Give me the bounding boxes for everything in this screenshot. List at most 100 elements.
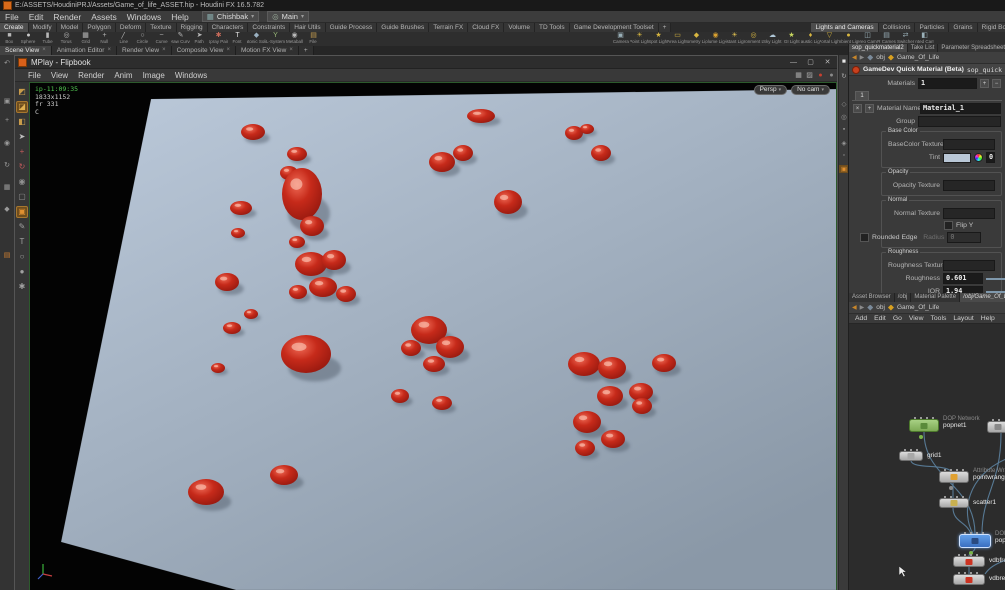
tint-value-field[interactable]: 0.2775 <box>986 152 995 163</box>
shelf-tab-td-tools[interactable]: TD Tools <box>535 23 570 32</box>
pane-tab-composite-view[interactable]: Composite View× <box>172 46 236 55</box>
param-tab-take-list[interactable]: Take List <box>908 44 939 52</box>
shelf-tool-path[interactable]: ➤Path <box>190 32 209 46</box>
record-icon[interactable]: ● <box>815 72 826 79</box>
mplay-tool-icon[interactable]: ➤ <box>16 131 28 143</box>
shelf-tool-sky-light[interactable]: ☁Sky Light <box>763 32 782 46</box>
network-menu-add[interactable]: Add <box>852 315 870 322</box>
left-toolbar-icon[interactable]: ◆ <box>2 205 12 213</box>
menu-render[interactable]: Render <box>48 12 86 22</box>
node-popnet1[interactable] <box>909 419 939 432</box>
node-grid1[interactable] <box>899 451 923 461</box>
flipbook-viewport[interactable]: ip-11:09:35 1833x1152 fr 331 C Persp ▾ N… <box>29 82 837 590</box>
left-toolbar-icon[interactable]: ▣ <box>2 97 12 105</box>
shelf-tab-create[interactable]: Create <box>0 23 29 32</box>
network-canvas[interactable]: DOP Networkpopnet1grid1Attribute Wrangle… <box>849 324 1005 590</box>
split-view-icon[interactable]: ▨ <box>804 71 815 79</box>
menu-assets[interactable]: Assets <box>86 12 122 22</box>
shelf-tool-platonic-solids[interactable]: ◆Platonic Solids <box>247 32 266 46</box>
left-toolbar-icon[interactable]: ▤ <box>2 251 12 259</box>
shelf-tool-portal-light[interactable]: ▽Portal Light <box>820 32 839 46</box>
menu-help[interactable]: Help <box>166 12 193 22</box>
node-name-field[interactable]: sop_quickmaterial2 <box>967 66 1002 74</box>
shelf-tool-camera[interactable]: ▣Camera <box>611 32 630 46</box>
shelf-tab-hair-utils[interactable]: Hair Utils <box>290 23 325 32</box>
shelf-tool-environment-light[interactable]: ◎Environment Light <box>744 32 763 46</box>
basecolor-texture-field[interactable] <box>943 139 995 150</box>
param-tab-sop-quickmaterial2[interactable]: sop_quickmaterial2 <box>849 44 908 52</box>
left-toolbar-icon[interactable]: ↶ <box>2 59 12 67</box>
node-partial[interactable] <box>987 421 1005 433</box>
mplay-tool-icon[interactable]: T <box>16 236 28 248</box>
pane-tab-scene-view[interactable]: Scene View× <box>0 46 52 55</box>
mplay-tool-icon[interactable]: + <box>16 146 28 158</box>
menu-file[interactable]: File <box>0 12 24 22</box>
tab-close-icon[interactable]: × <box>226 46 230 55</box>
mplay-tool-icon[interactable]: ◉ <box>16 176 28 188</box>
pane-tab-render-view[interactable]: Render View× <box>117 46 172 55</box>
shelf-tab-particles[interactable]: Particles <box>915 23 949 32</box>
shelf-tab-deform[interactable]: Deform <box>116 23 146 32</box>
left-toolbar-icon[interactable]: ▦ <box>2 183 12 191</box>
tab-close-icon[interactable]: × <box>162 46 166 55</box>
shelf-tool-grid[interactable]: ▦Grid <box>76 32 95 46</box>
minimize-button[interactable]: — <box>787 57 800 68</box>
shelf-tool-box[interactable]: ■Box <box>0 32 19 46</box>
shelf-tool-tube[interactable]: ▮Tube <box>38 32 57 46</box>
tab-close-icon[interactable]: × <box>42 46 46 55</box>
shelf-tool-gi-light[interactable]: ★GI Light <box>782 32 801 46</box>
shelf-tab-rigging[interactable]: Rigging <box>177 23 208 32</box>
stop-icon[interactable]: ● <box>826 72 837 79</box>
color-wheel-icon[interactable] <box>974 153 983 162</box>
shelf-tab-model[interactable]: Model <box>57 23 84 32</box>
shelf-tab-rigid-bodies[interactable]: Rigid Bodies <box>978 23 1005 32</box>
multiparm-add-button[interactable]: + <box>980 79 989 88</box>
persp-dropdown[interactable]: Persp ▾ <box>754 85 788 95</box>
shelf-tab-grains[interactable]: Grains <box>949 23 977 32</box>
shelf-tool-l-system[interactable]: YL-System <box>266 32 285 46</box>
normal-texture-field[interactable] <box>943 208 995 219</box>
shelf-tool-point-light[interactable]: ☀Point Light <box>630 32 649 46</box>
multiparm-remove-button[interactable]: − <box>992 79 1001 88</box>
mplay-tool-icon[interactable]: ↻ <box>16 161 28 173</box>
desktop-select[interactable]: ▦ Chishbak ▾ <box>202 11 259 22</box>
compare-icon[interactable]: ▦ <box>793 71 804 79</box>
shelf-tool-area-light[interactable]: ▭Area Light <box>668 32 687 46</box>
network-tab-material-palette[interactable]: Material Palette <box>911 293 960 302</box>
node-flag-badge[interactable] <box>919 435 923 439</box>
shelf-tab-characters[interactable]: Characters <box>208 23 249 32</box>
shelf-tool-line[interactable]: ╱Line <box>114 32 133 46</box>
shelf-tab-cloud-fx[interactable]: Cloud FX <box>468 23 504 32</box>
shelf-tool-metaball[interactable]: ◉Metaball <box>285 32 304 46</box>
shelf-tool-curve[interactable]: ~Curve <box>152 32 171 46</box>
mplay-tool-icon[interactable]: ◧ <box>16 116 28 128</box>
forward-icon[interactable]: ▶ <box>860 304 865 311</box>
roughness-slider[interactable] <box>986 278 1005 280</box>
mplay-tool-icon[interactable]: ◩ <box>16 86 28 98</box>
flip-y-checkbox[interactable] <box>944 221 953 230</box>
mplay-menu-image[interactable]: Image <box>138 71 170 80</box>
camera-dropdown[interactable]: No cam ▾ <box>791 85 830 95</box>
shelf-tool-circle[interactable]: ○Circle <box>133 32 152 46</box>
path-node[interactable]: Game_Of_Life <box>897 54 939 61</box>
shelf-tab-modify[interactable]: Modify <box>29 23 57 32</box>
shelf-tab-game-development-toolset[interactable]: Game Development Toolset <box>570 23 659 32</box>
node-pointwrangle1[interactable] <box>939 471 969 483</box>
mplay-tool-icon[interactable]: ● <box>16 266 28 278</box>
shelf-tab-collisions[interactable]: Collisions <box>879 23 916 32</box>
shelf-tool-sphere[interactable]: ●Sphere <box>19 32 38 46</box>
node-scatter1[interactable] <box>939 498 969 508</box>
tint-color-swatch[interactable] <box>943 153 971 163</box>
shelf-tool-file[interactable]: ▤File <box>304 32 323 46</box>
shelf-tab-polygon[interactable]: Polygon <box>83 23 116 32</box>
shelf-tool-caustic-light[interactable]: ♦Caustic Light <box>801 32 820 46</box>
shelf-tool-font[interactable]: TFont <box>228 32 247 46</box>
back-icon[interactable]: ◀ <box>852 54 857 61</box>
left-toolbar-icon[interactable]: ◉ <box>2 139 12 147</box>
materials-count-field[interactable]: 1 <box>918 78 977 89</box>
left-toolbar-icon[interactable]: + <box>2 117 12 124</box>
group-field[interactable] <box>918 116 1001 127</box>
left-toolbar-icon[interactable]: ↻ <box>2 161 12 169</box>
network-tab-obj-game-of-life[interactable]: /obj/Game_Of_Life <box>960 293 1005 302</box>
item-insert-button[interactable]: + <box>865 104 874 113</box>
